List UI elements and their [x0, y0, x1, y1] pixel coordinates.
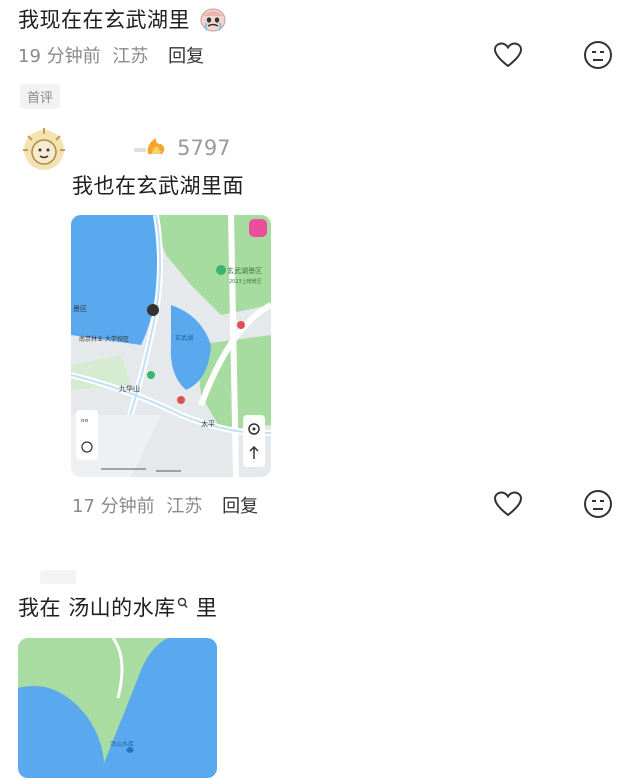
search-keyword-link[interactable]: 汤山的水库	[68, 596, 176, 620]
comment-2-time: 17 分钟前	[72, 496, 155, 517]
level-count: 5797	[177, 136, 231, 160]
comment-1-meta: 19 分钟前 江苏 回复	[18, 42, 204, 68]
svg-text:汤山水库: 汤山水库	[110, 740, 134, 748]
comment-1-location: 江苏	[112, 46, 149, 67]
comment-3-text: 我在 汤山的水库 里	[18, 592, 217, 622]
crying-emoji-icon	[199, 6, 227, 37]
comment-1-like-button[interactable]	[491, 38, 525, 72]
svg-text:太平: 太平	[201, 419, 215, 428]
meh-face-icon	[584, 41, 612, 69]
svg-text:景区: 景区	[73, 305, 87, 313]
comment-2-meta: 17 分钟前 江苏 回复	[72, 492, 258, 518]
meh-face-icon	[584, 490, 612, 518]
comment-2-map-image[interactable]: 玄武湖景区 2023上榜景区 景区 南京林业 大学校区 九华山 太平 玄武湖 ᵒ…	[71, 215, 271, 477]
svg-text:ᵒᵒ: ᵒᵒ	[81, 418, 89, 428]
avatar[interactable]	[20, 126, 68, 174]
svg-text:玄武湖景区: 玄武湖景区	[227, 266, 262, 275]
fire-icon	[134, 134, 172, 162]
comment-2-dislike-button[interactable]	[581, 487, 615, 521]
comment-1-time: 19 分钟前	[18, 46, 101, 67]
svg-text:2023上榜景区: 2023上榜景区	[229, 278, 262, 285]
search-icon	[177, 592, 189, 616]
heart-icon	[493, 491, 523, 517]
heart-icon	[493, 42, 523, 68]
comment-2-text: 我也在玄武湖里面	[72, 174, 244, 198]
lion-avatar-icon	[23, 128, 65, 170]
user-level-badge: 5797	[134, 134, 231, 162]
comment-1-dislike-button[interactable]	[581, 38, 615, 72]
comment-3-map-image[interactable]: 汤山水库	[18, 638, 217, 778]
first-comment-badge: 首评	[20, 84, 61, 109]
svg-text:玄武湖: 玄武湖	[175, 334, 193, 342]
svg-text:九华山: 九华山	[119, 384, 140, 393]
comment-2-like-button[interactable]	[491, 487, 525, 521]
comment-1-text: 我现在在玄武湖里	[18, 4, 227, 37]
faded-username	[40, 570, 76, 584]
comment-2-reply-button[interactable]: 回复	[222, 496, 258, 517]
svg-text:南京林业 大学校区: 南京林业 大学校区	[79, 335, 129, 343]
comment-2-location: 江苏	[166, 496, 203, 517]
comment-1-reply-button[interactable]: 回复	[168, 46, 204, 67]
